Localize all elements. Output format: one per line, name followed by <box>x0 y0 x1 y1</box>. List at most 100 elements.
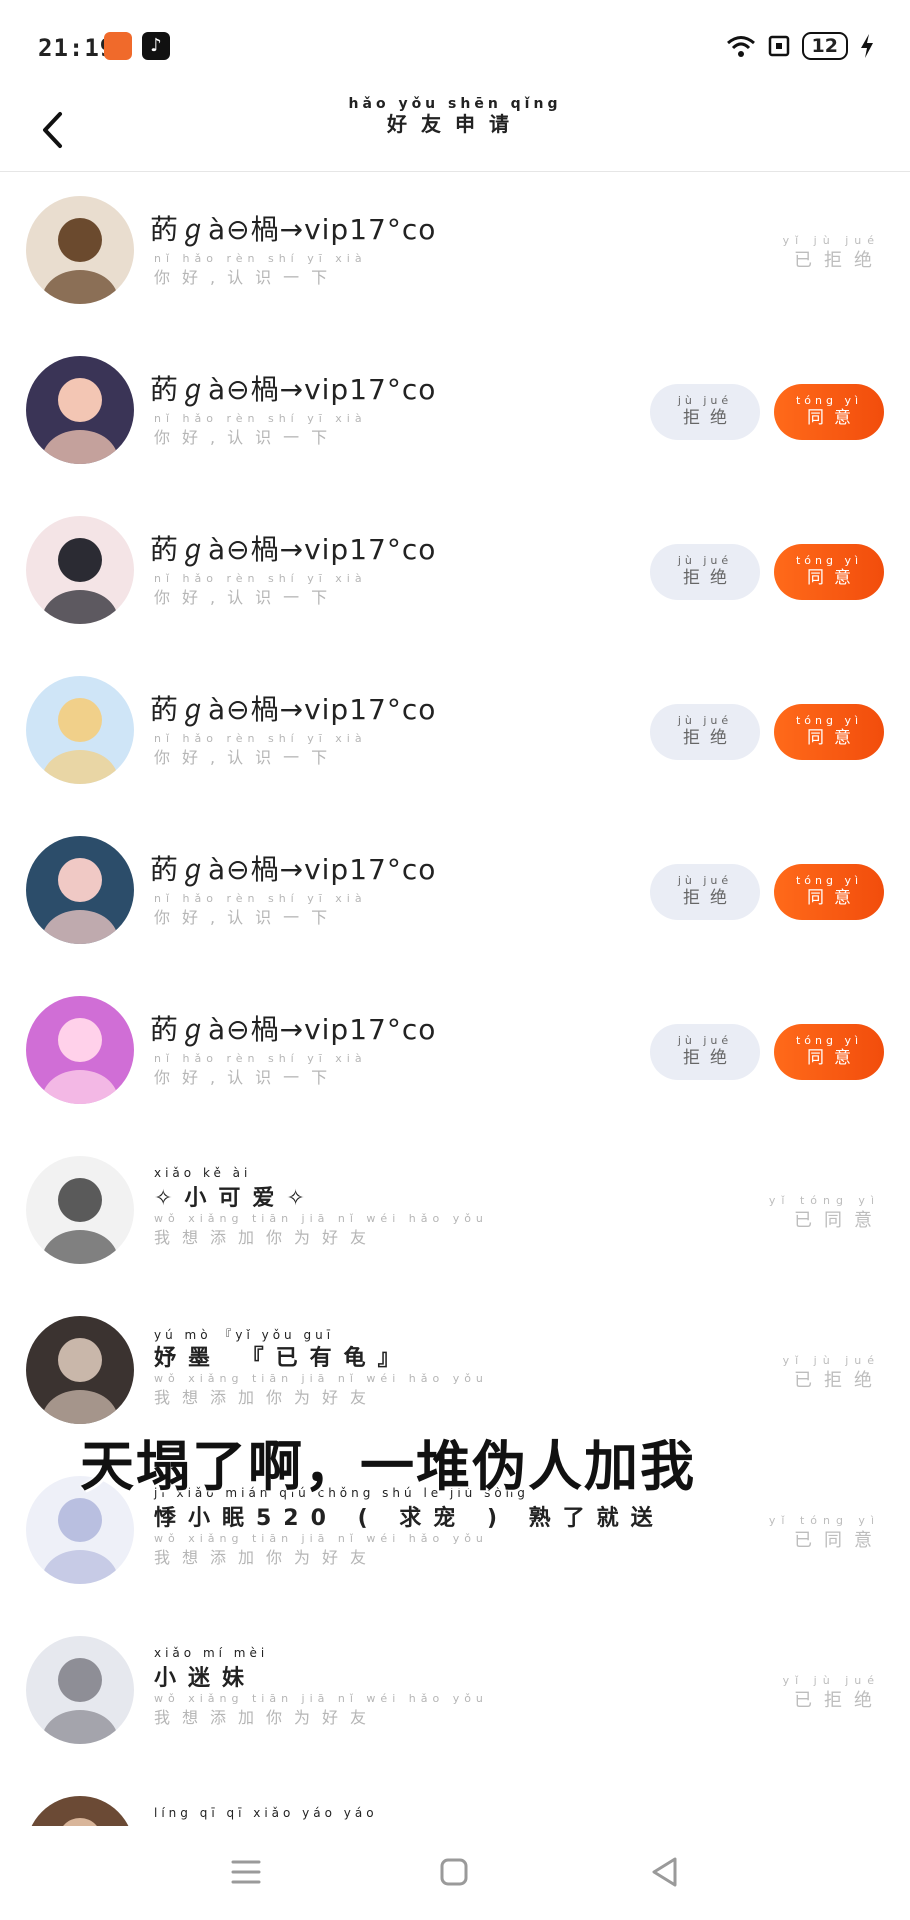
page-title-text: 好友申请 <box>387 112 523 136</box>
request-message: 我想添加你为好友 <box>154 1548 379 1567</box>
accept-button[interactable]: tóng yì 同意 <box>774 864 884 920</box>
accept-button-label: 同意 <box>807 568 861 588</box>
avatar-image <box>26 676 134 784</box>
reject-button[interactable]: jù jué 拒绝 <box>650 544 760 600</box>
avatar-image <box>26 1156 134 1264</box>
requester-name-pinyin: líng qī qī xiǎo yáo yáo <box>154 1806 378 1820</box>
reject-button-pinyin: jù jué <box>677 714 733 727</box>
avatar-image <box>26 196 134 304</box>
nav-back-button[interactable] <box>640 1848 688 1896</box>
request-message: 你好,认识一下 <box>154 588 340 607</box>
lightning-icon <box>861 34 873 58</box>
video-caption: 天塌了啊，一堆伪人加我 <box>80 1435 696 1498</box>
nav-menu-button[interactable] <box>222 1848 270 1896</box>
friend-request-row[interactable]: xiǎo kě ài ✧小可爱✧ wǒ xiǎng tiān jiā nǐ wéi … <box>0 1132 910 1292</box>
reject-button-label: 拒绝 <box>683 568 737 588</box>
reject-button-label: 拒绝 <box>683 888 737 908</box>
avatar-image <box>26 516 134 624</box>
reject-button[interactable]: jù jué 拒绝 <box>650 384 760 440</box>
accept-button-label: 同意 <box>807 728 861 748</box>
request-message: 你好,认识一下 <box>154 1068 340 1087</box>
requester-name: 菂ℊà⊖楇→vip17°co <box>150 213 437 246</box>
requester-name: 菂ℊà⊖楇→vip17°co <box>150 373 437 406</box>
request-message: 我想添加你为好友 <box>154 1708 379 1727</box>
request-status: 已同意 <box>794 1210 884 1231</box>
friend-request-row[interactable]: 菂ℊà⊖楇→vip17°co nǐ hǎo rèn shí yī xià 你好,认识… <box>0 172 910 332</box>
friend-request-row[interactable]: 菂ℊà⊖楇→vip17°co nǐ hǎo rèn shí yī xià 你好,认识… <box>0 492 910 652</box>
requester-name-pinyin: xiǎo mí mèi <box>154 1646 269 1660</box>
avatar[interactable] <box>26 1156 134 1264</box>
triangle-back-icon <box>652 1857 677 1887</box>
page-title: hǎo yǒu shēn qǐng 好友申请 <box>0 96 910 136</box>
avatar[interactable] <box>26 836 134 944</box>
reject-button-label: 拒绝 <box>683 1048 737 1068</box>
accept-button-label: 同意 <box>807 888 861 908</box>
friend-request-list: 菂ℊà⊖楇→vip17°co nǐ hǎo rèn shí yī xià 你好,认识… <box>0 172 910 1904</box>
requester-name: 悸小眠520 ( 求宠 ) 熟了就送 <box>154 1506 665 1531</box>
home-square-icon <box>440 1858 468 1886</box>
avatar-image <box>26 1316 134 1424</box>
accept-button[interactable]: tóng yì 同意 <box>774 704 884 760</box>
reject-button-label: 拒绝 <box>683 408 737 428</box>
wifi-icon <box>726 36 755 57</box>
reject-button[interactable]: jù jué 拒绝 <box>650 1024 760 1080</box>
avatar-image <box>26 356 134 464</box>
accept-button-pinyin: tóng yì <box>795 874 863 887</box>
request-status: 已拒绝 <box>794 250 884 271</box>
requester-name: 菂ℊà⊖楇→vip17°co <box>150 1013 437 1046</box>
system-nav-bar <box>0 1826 910 1920</box>
requester-name: 菂ℊà⊖楇→vip17°co <box>150 693 437 726</box>
accept-button-pinyin: tóng yì <box>795 394 863 407</box>
reject-button-pinyin: jù jué <box>677 874 733 887</box>
reject-button-pinyin: jù jué <box>677 554 733 567</box>
request-status: 已拒绝 <box>794 1370 884 1391</box>
requester-name-pinyin: xiǎo kě ài <box>154 1166 252 1180</box>
avatar[interactable] <box>26 996 134 1104</box>
accept-button[interactable]: tóng yì 同意 <box>774 544 884 600</box>
friend-request-row[interactable]: 菂ℊà⊖楇→vip17°co nǐ hǎo rèn shí yī xià 你好,认识… <box>0 972 910 1132</box>
friend-request-row[interactable]: xiǎo mí mèi 小迷妹 wǒ xiǎng tiān jiā nǐ wéi h… <box>0 1612 910 1772</box>
request-message: 你好,认识一下 <box>154 748 340 767</box>
accept-button-pinyin: tóng yì <box>795 714 863 727</box>
reject-button[interactable]: jù jué 拒绝 <box>650 704 760 760</box>
friend-request-row[interactable]: 菂ℊà⊖楇→vip17°co nǐ hǎo rèn shí yī xià 你好,认识… <box>0 652 910 812</box>
accept-button[interactable]: tóng yì 同意 <box>774 384 884 440</box>
battery-level: 12 <box>801 32 848 60</box>
avatar-image <box>26 836 134 944</box>
status-bar: 21:19 ♪ 12 <box>0 0 910 96</box>
avatar[interactable] <box>26 1636 134 1744</box>
friend-request-row[interactable]: 菂ℊà⊖楇→vip17°co nǐ hǎo rèn shí yī xià 你好,认识… <box>0 332 910 492</box>
requester-name: 小迷妹 <box>154 1666 257 1691</box>
accept-button[interactable]: tóng yì 同意 <box>774 1024 884 1080</box>
sim-icon <box>768 35 789 57</box>
nav-home-button[interactable] <box>430 1848 478 1896</box>
requester-name: 菂ℊà⊖楇→vip17°co <box>150 533 437 566</box>
reject-button-pinyin: jù jué <box>677 1034 733 1047</box>
avatar[interactable] <box>26 196 134 304</box>
requester-name: 菂ℊà⊖楇→vip17°co <box>150 853 437 886</box>
request-status: 已拒绝 <box>794 1690 884 1711</box>
tiktok-icon: ♪ <box>142 32 170 60</box>
status-icons: 12 <box>726 32 874 60</box>
reject-button-label: 拒绝 <box>683 728 737 748</box>
avatar[interactable] <box>26 516 134 624</box>
request-message: 你好,认识一下 <box>154 268 340 287</box>
request-message: 你好,认识一下 <box>154 428 340 447</box>
friend-request-row[interactable]: 菂ℊà⊖楇→vip17°co nǐ hǎo rèn shí yī xià 你好,认识… <box>0 812 910 972</box>
request-message: 我想添加你为好友 <box>154 1388 379 1407</box>
requester-name: 妤墨 『已有龟』 <box>154 1346 412 1371</box>
accept-button-pinyin: tóng yì <box>795 1034 863 1047</box>
page-title-pinyin: hǎo yǒu shēn qǐng <box>348 96 562 112</box>
reject-button[interactable]: jù jué 拒绝 <box>650 864 760 920</box>
reject-button-pinyin: jù jué <box>677 394 733 407</box>
accept-button-label: 同意 <box>807 408 861 428</box>
requester-name: ✧小可爱✧ <box>154 1186 317 1211</box>
avatar[interactable] <box>26 356 134 464</box>
accept-button-label: 同意 <box>807 1048 861 1068</box>
avatar[interactable] <box>26 1316 134 1424</box>
request-message: 我想添加你为好友 <box>154 1228 379 1247</box>
avatar-image <box>26 1636 134 1744</box>
request-message: 你好,认识一下 <box>154 908 340 927</box>
avatar[interactable] <box>26 676 134 784</box>
menu-icon <box>231 1860 261 1884</box>
